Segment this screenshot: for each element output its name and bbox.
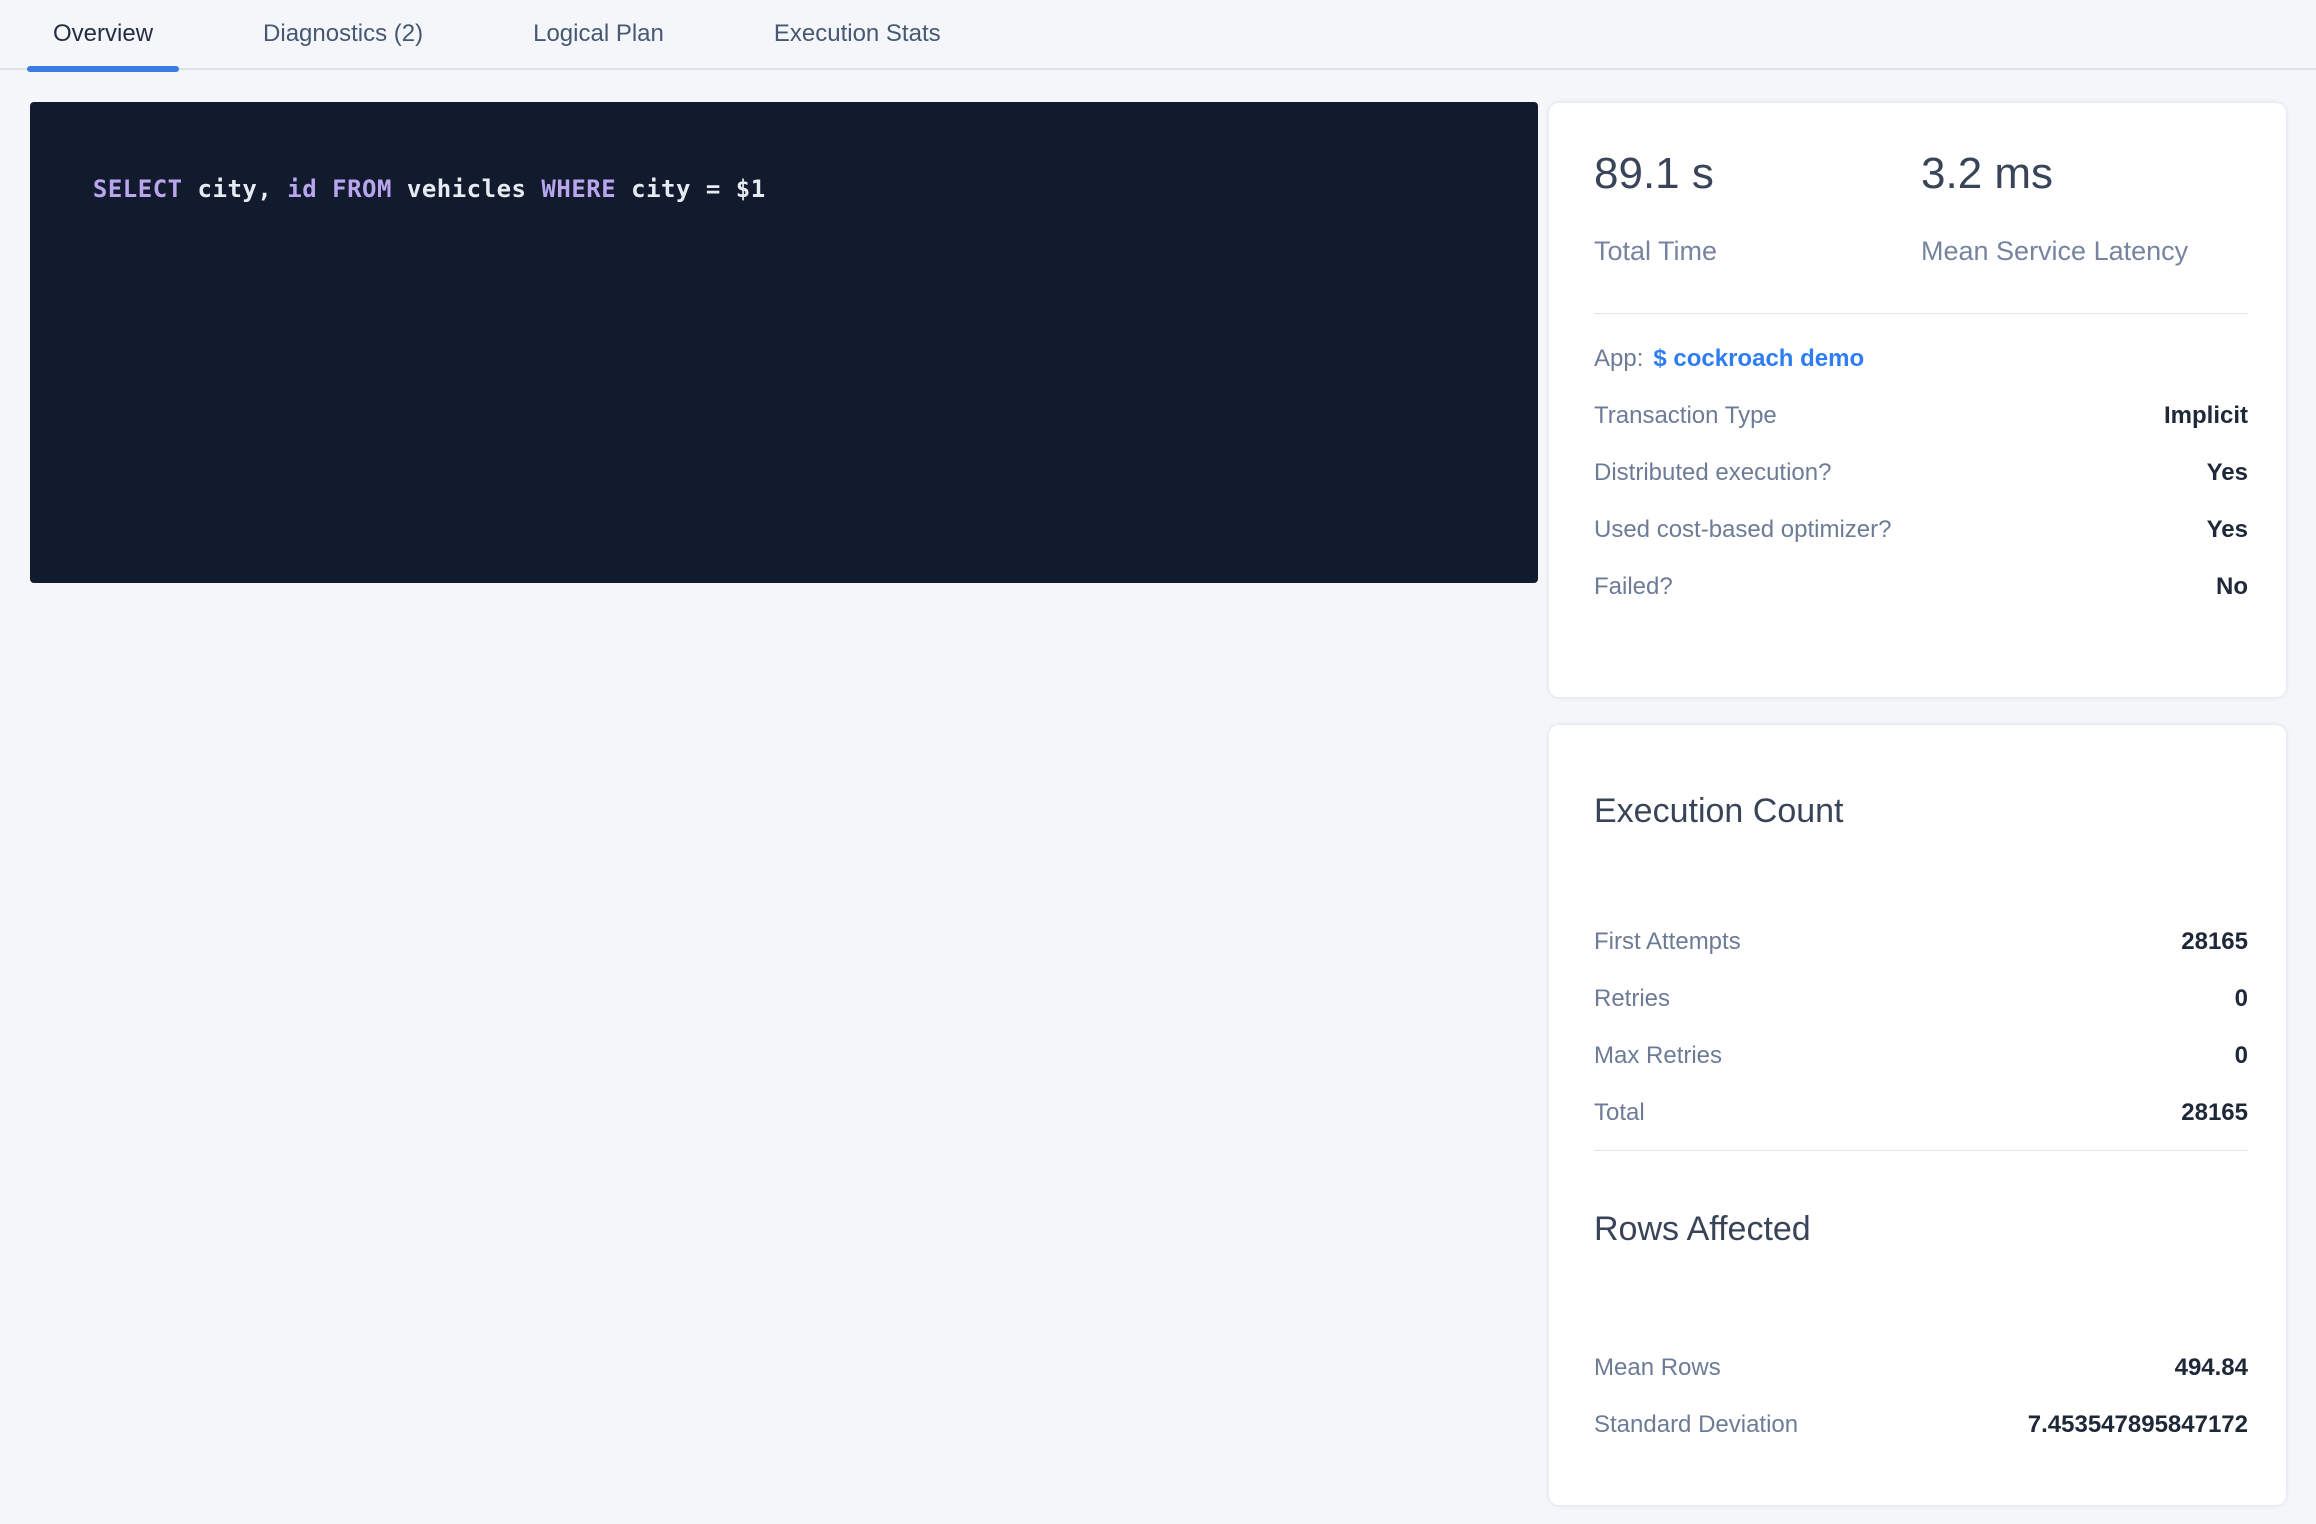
- failed-value: No: [2216, 573, 2248, 601]
- distributed-execution-value: Yes: [2207, 459, 2248, 487]
- total-label: Total: [1594, 1099, 1645, 1127]
- total-time-value: 89.1 s: [1594, 150, 1921, 198]
- cost-based-optimizer-label: Used cost-based optimizer?: [1594, 516, 1891, 544]
- tab-logical-plan[interactable]: Logical Plan: [507, 0, 690, 68]
- first-attempts-row: First Attempts 28165: [1594, 913, 2248, 970]
- rows-affected-rows: Mean Rows 494.84 Standard Deviation 7.45…: [1594, 1339, 2248, 1453]
- standard-deviation-label: Standard Deviation: [1594, 1411, 1798, 1439]
- summary-divider: [1594, 313, 2248, 314]
- distributed-execution-row: Distributed execution? Yes: [1594, 444, 2248, 501]
- total-time-label: Total Time: [1594, 236, 1921, 267]
- total-row: Total 28165: [1594, 1084, 2248, 1141]
- app-row: App: $ cockroach demo: [1594, 330, 2248, 387]
- max-retries-value: 0: [2235, 1042, 2248, 1070]
- execution-count-title: Execution Count: [1594, 791, 2248, 831]
- retries-value: 0: [2235, 985, 2248, 1013]
- first-attempts-value: 28165: [2181, 928, 2248, 956]
- failed-label: Failed?: [1594, 573, 1673, 601]
- mean-rows-row: Mean Rows 494.84: [1594, 1339, 2248, 1396]
- first-attempts-label: First Attempts: [1594, 928, 1741, 956]
- rows-affected-title: Rows Affected: [1594, 1209, 2248, 1249]
- sql-text: city = $1: [616, 175, 766, 203]
- statement-summary-card: 89.1 s Total Time 3.2 ms Mean Service La…: [1549, 103, 2286, 697]
- sql-text: [317, 175, 332, 203]
- statement-tabs: Overview Diagnostics (2) Logical Plan Ex…: [0, 0, 2316, 70]
- sql-keyword: FROM: [332, 175, 392, 203]
- standard-deviation-row: Standard Deviation 7.453547895847172: [1594, 1396, 2248, 1453]
- standard-deviation-value: 7.453547895847172: [2028, 1411, 2248, 1439]
- tab-overview[interactable]: Overview: [27, 0, 179, 68]
- cost-based-optimizer-row: Used cost-based optimizer? Yes: [1594, 501, 2248, 558]
- app-label: App:: [1594, 345, 1643, 373]
- transaction-type-label: Transaction Type: [1594, 402, 1777, 430]
- sql-keyword: id: [287, 175, 317, 203]
- statement-stats-card: Execution Count First Attempts 28165 Ret…: [1549, 725, 2286, 1505]
- summary-rows: App: $ cockroach demo Transaction Type I…: [1594, 330, 2248, 615]
- mean-rows-label: Mean Rows: [1594, 1354, 1721, 1382]
- sql-keyword: WHERE: [541, 175, 616, 203]
- metric-total-time: 89.1 s Total Time: [1594, 150, 1921, 267]
- total-value: 28165: [2181, 1099, 2248, 1127]
- retries-row: Retries 0: [1594, 970, 2248, 1027]
- transaction-type-value: Implicit: [2164, 402, 2248, 430]
- sql-statement-box: SELECT city, id FROM vehicles WHERE city…: [30, 102, 1538, 583]
- sql-text: vehicles: [392, 175, 542, 203]
- execution-count-rows: First Attempts 28165 Retries 0 Max Retri…: [1594, 913, 2248, 1141]
- distributed-execution-label: Distributed execution?: [1594, 459, 1831, 487]
- tab-diagnostics[interactable]: Diagnostics (2): [237, 0, 449, 68]
- max-retries-row: Max Retries 0: [1594, 1027, 2248, 1084]
- sql-text: city,: [183, 175, 288, 203]
- failed-row: Failed? No: [1594, 558, 2248, 615]
- metric-mean-service-latency: 3.2 ms Mean Service Latency: [1921, 150, 2248, 267]
- max-retries-label: Max Retries: [1594, 1042, 1722, 1070]
- stats-divider: [1594, 1150, 2248, 1151]
- tab-execution-stats[interactable]: Execution Stats: [748, 0, 967, 68]
- cost-based-optimizer-value: Yes: [2207, 516, 2248, 544]
- app-link[interactable]: $ cockroach demo: [1653, 345, 1864, 373]
- mean-service-latency-value: 3.2 ms: [1921, 150, 2248, 198]
- summary-metrics: 89.1 s Total Time 3.2 ms Mean Service La…: [1594, 150, 2248, 267]
- sql-keyword: SELECT: [93, 175, 183, 203]
- mean-service-latency-label: Mean Service Latency: [1921, 236, 2248, 267]
- retries-label: Retries: [1594, 985, 1670, 1013]
- transaction-type-row: Transaction Type Implicit: [1594, 387, 2248, 444]
- mean-rows-value: 494.84: [2175, 1354, 2248, 1382]
